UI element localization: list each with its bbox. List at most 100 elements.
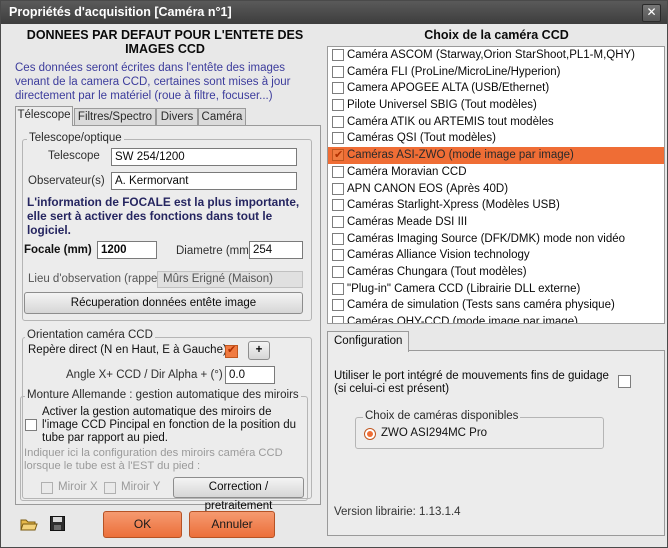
camera-checkbox[interactable]: [332, 49, 344, 61]
cancel-button[interactable]: Annuler: [189, 511, 275, 538]
camera-checkbox[interactable]: [332, 132, 344, 145]
focal-info-text: L'information de FOCALE est la plus impo…: [27, 195, 300, 237]
camera-checkbox[interactable]: [332, 115, 344, 128]
camera-checkbox[interactable]: [332, 65, 344, 78]
acquisition-properties-window: Propriétés d'acquisition [Caméra n°1] ✕ …: [0, 0, 668, 548]
camera-list-item[interactable]: Caméras Chungara (Tout modèles): [328, 264, 664, 281]
camera-checkbox[interactable]: [332, 282, 344, 295]
angle-input[interactable]: 0.0: [225, 366, 275, 384]
available-cameras-label: Choix de caméras disponibles: [363, 410, 521, 422]
direct-orientation-checkbox[interactable]: [225, 343, 238, 358]
camera-label: Caméras Starlight-Xpress (Modèles USB): [347, 199, 560, 212]
camera-list-item[interactable]: Caméras QHY-CCD (mode image par image): [328, 314, 664, 324]
camera-list-item[interactable]: APN CANON EOS (Après 40D): [328, 181, 664, 198]
telescope-input[interactable]: SW 254/1200: [111, 148, 297, 166]
camera-label: Caméras Meade DSI III: [347, 215, 468, 228]
tab-misc[interactable]: Divers: [156, 108, 198, 126]
tab-telescope[interactable]: Télescope: [15, 106, 73, 126]
camera-list-item[interactable]: Caméras Starlight-Xpress (Modèles USB): [328, 197, 664, 214]
camera-list-item[interactable]: Caméra ASCOM (Starway,Orion StarShoot,PL…: [328, 47, 664, 64]
camera-list-item[interactable]: Caméra FLI (ProLine/MicroLine/Hyperion): [328, 64, 664, 81]
telescope-label: Telescope: [48, 150, 100, 162]
telescope-panel: Telescope/optique Telescope SW 254/1200 …: [15, 125, 321, 512]
focal-label: Focale (mm): [24, 244, 92, 256]
camera-list-item[interactable]: Caméras ASI-ZWO (mode image par image): [328, 147, 664, 164]
camera-list-item[interactable]: Caméra Moravian CCD: [328, 164, 664, 181]
camera-list-item[interactable]: Pilote Universel SBIG (Tout modèles): [328, 97, 664, 114]
focal-input[interactable]: 1200: [97, 241, 157, 259]
plus-button[interactable]: +: [248, 341, 270, 360]
mirror-x-checkbox[interactable]: [41, 482, 53, 494]
camera-checkbox[interactable]: [332, 82, 344, 95]
camera-list: Caméra ASCOM (Starway,Orion StarShoot,PL…: [327, 46, 665, 324]
correction-preprocessing-button[interactable]: Correction / pretraitement: [173, 477, 304, 512]
direct-orientation-label: Repère direct (N en Haut, E à Gauche): [28, 344, 227, 356]
location-value: Mûrs Erigné (Maison): [157, 271, 303, 288]
ok-button[interactable]: OK: [103, 511, 182, 538]
diameter-input[interactable]: 254: [249, 241, 303, 259]
camera-label: Camera APOGEE ALTA (USB/Ethernet): [347, 82, 550, 95]
title-bar: Propriétés d'acquisition [Caméra n°1] ✕: [1, 1, 667, 24]
mirror-y-checkbox[interactable]: [104, 482, 116, 494]
camera-checkbox[interactable]: [332, 165, 344, 178]
camera-label: Caméras ASI-ZWO (mode image par image): [347, 149, 574, 162]
observer-input[interactable]: A. Kermorvant: [111, 172, 297, 190]
available-camera-label: ZWO ASI294MC Pro: [381, 427, 488, 439]
observer-label: Observateur(s): [28, 175, 105, 187]
tab-configuration[interactable]: Configuration: [327, 331, 410, 352]
camera-label: Caméras QHY-CCD (mode image par image): [347, 316, 578, 324]
mirror-x-label: Miroir X: [58, 481, 98, 493]
location-label: Lieu d'observation (rappel): [28, 273, 164, 285]
camera-list-item[interactable]: Caméras Alliance Vision technology: [328, 247, 664, 264]
mirror-y-label: Miroir Y: [121, 481, 161, 493]
camera-label: Caméra Moravian CCD: [347, 165, 467, 178]
camera-label: Caméras Imaging Source (DFK/DMK) mode no…: [347, 232, 626, 245]
camera-list-item[interactable]: Caméra ATIK ou ARTEMIS tout modèles: [328, 114, 664, 131]
window-title: Propriétés d'acquisition [Caméra n°1]: [9, 5, 232, 19]
camera-list-item[interactable]: Camera APOGEE ALTA (USB/Ethernet): [328, 80, 664, 97]
orientation-group-label: Orientation caméra CCD: [25, 329, 155, 341]
camera-checkbox[interactable]: [332, 265, 344, 278]
tab-camera[interactable]: Caméra: [198, 108, 246, 126]
mount-auto-checkbox[interactable]: [25, 419, 37, 431]
camera-list-item[interactable]: Caméras QSI (Tout modèles): [328, 130, 664, 147]
camera-checkbox[interactable]: [332, 147, 344, 164]
close-icon[interactable]: ✕: [642, 4, 661, 22]
camera-checkbox[interactable]: [332, 316, 344, 323]
camera-label: Caméras Alliance Vision technology: [347, 249, 530, 262]
available-camera-radio[interactable]: [364, 428, 376, 440]
camera-label: Caméra FLI (ProLine/MicroLine/Hyperion): [347, 65, 561, 78]
camera-label: Caméra ASCOM (Starway,Orion StarShoot,PL…: [347, 49, 636, 61]
camera-checkbox[interactable]: [332, 232, 344, 245]
camera-label: APN CANON EOS (Après 40D): [347, 182, 509, 195]
recover-header-data-button[interactable]: Récuperation données entête image: [24, 292, 303, 314]
tab-filters[interactable]: Filtres/Spectro: [74, 108, 156, 126]
camera-list-item[interactable]: Caméras Meade DSI III: [328, 214, 664, 231]
guide-port-label: Utiliser le port intégré de mouvements f…: [334, 370, 609, 395]
camera-checkbox[interactable]: [332, 99, 344, 112]
camera-label: Caméras Chungara (Tout modèles): [347, 265, 527, 278]
camera-checkbox[interactable]: [332, 182, 344, 195]
mount-group-label: Monture Allemande : gestion automatique …: [25, 389, 301, 401]
camera-checkbox[interactable]: [332, 249, 344, 262]
angle-label: Angle X+ CCD / Dir Alpha + (°) :: [66, 369, 230, 381]
mount-info-text: Indiquer ici la configuration des miroir…: [24, 447, 283, 472]
camera-list-item[interactable]: Caméra de simulation (Tests sans caméra …: [328, 297, 664, 314]
camera-choice-title: Choix de la caméra CCD: [424, 28, 569, 42]
camera-label: "Plug-in" Camera CCD (Librairie DLL exte…: [347, 282, 581, 295]
camera-label: Caméra ATIK ou ARTEMIS tout modèles: [347, 115, 554, 128]
camera-label: Pilote Universel SBIG (Tout modèles): [347, 99, 537, 112]
camera-checkbox[interactable]: [332, 299, 344, 312]
open-folder-icon[interactable]: [20, 517, 38, 531]
camera-label: Caméras QSI (Tout modèles): [347, 132, 496, 145]
diameter-label: Diametre (mm): [176, 245, 253, 257]
camera-list-item[interactable]: Caméras Imaging Source (DFK/DMK) mode no…: [328, 231, 664, 248]
camera-checkbox[interactable]: [332, 215, 344, 228]
save-disk-icon[interactable]: [50, 516, 65, 531]
camera-label: Caméra de simulation (Tests sans caméra …: [347, 299, 615, 312]
intro-text: Ces données seront écrites dans l'entête…: [15, 62, 291, 102]
configuration-panel: Utiliser le port intégré de mouvements f…: [327, 350, 665, 536]
guide-port-checkbox[interactable]: [618, 375, 631, 388]
camera-list-item[interactable]: "Plug-in" Camera CCD (Librairie DLL exte…: [328, 281, 664, 298]
camera-checkbox[interactable]: [332, 199, 344, 212]
